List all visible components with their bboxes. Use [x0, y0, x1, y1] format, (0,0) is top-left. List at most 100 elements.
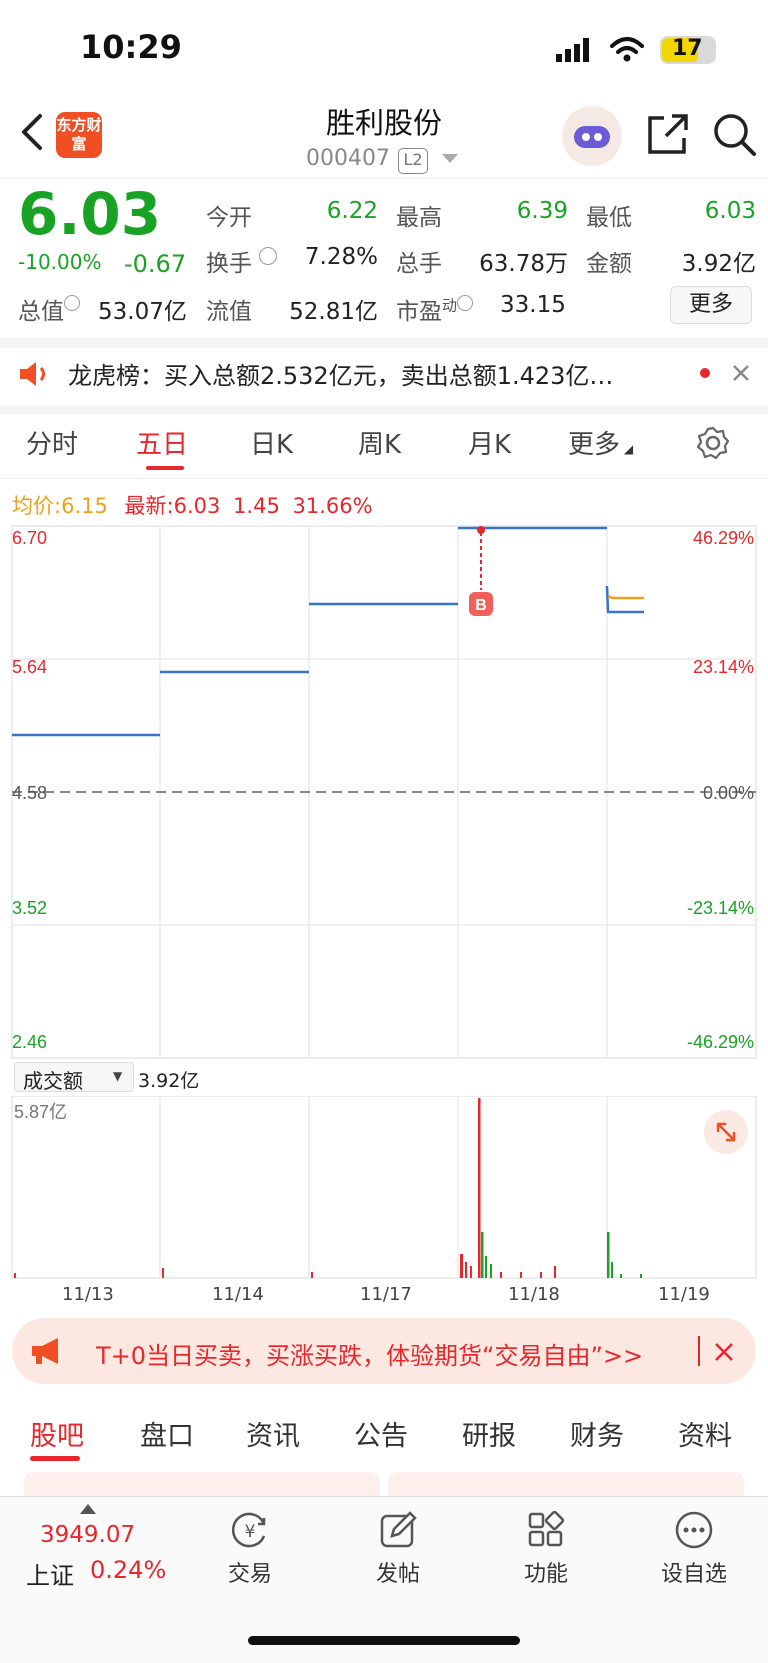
edit-icon[interactable]	[378, 1510, 418, 1550]
section-gap	[0, 338, 768, 348]
date-label: 11/18	[508, 1284, 560, 1305]
pe-label: 市盈动	[396, 292, 474, 326]
tabs-divider	[0, 478, 768, 479]
tab-more[interactable]: 更多 ◢	[568, 424, 633, 461]
five-day-price-chart[interactable]: B 6.70 5.64 4.58 3.52 2.46 46.29% 23.14%…	[0, 520, 768, 1060]
speaker-icon	[20, 362, 45, 386]
pct-axis-label: 46.29%	[693, 528, 754, 548]
subtab-profile[interactable]: 资料	[678, 1414, 732, 1453]
open-label: 今开	[206, 205, 252, 231]
market-cap-value: 53.07亿	[98, 299, 187, 325]
date-label: 11/13	[62, 1284, 114, 1305]
more-circle-icon[interactable]	[674, 1510, 714, 1550]
header-divider	[0, 178, 768, 179]
share-icon[interactable]	[646, 112, 690, 156]
open-value: 6.22	[326, 198, 378, 224]
float-cap-value: 52.81亿	[289, 299, 378, 325]
price-axis-label: 6.70	[12, 528, 47, 548]
current-price: 6.03	[18, 180, 162, 248]
promo-divider	[698, 1336, 700, 1366]
amount-label: 金额	[586, 251, 632, 277]
volume-chart[interactable]: 5.87亿	[0, 1096, 768, 1286]
subtab-announcements[interactable]: 公告	[354, 1414, 408, 1453]
active-subtab-indicator	[30, 1456, 80, 1461]
expand-icon	[716, 1122, 736, 1142]
pct-axis-label: 0.00%	[703, 783, 754, 803]
subtab-research[interactable]: 研报	[462, 1414, 516, 1453]
volume-label: 总手	[396, 251, 442, 277]
assistant-avatar-icon[interactable]	[562, 106, 622, 166]
high-value: 6.39	[516, 198, 568, 224]
float-cap-label: 流值	[206, 299, 252, 325]
active-tab-indicator	[146, 466, 184, 470]
price-axis-label: 2.46	[12, 1032, 47, 1052]
volume-value: 63.78万	[479, 251, 568, 277]
svg-text:¥: ¥	[245, 1522, 256, 1542]
dropdown-icon[interactable]	[442, 154, 458, 164]
tab-monthly-k[interactable]: 月K	[468, 424, 511, 461]
promo-text[interactable]: T+0当日买卖，买涨买跌，体验期货“交易自由”>>	[96, 1336, 643, 1371]
index-name[interactable]: 上证	[26, 1556, 74, 1591]
info-icon[interactable]	[259, 247, 278, 265]
subtab-order-book[interactable]: 盘口	[140, 1414, 194, 1453]
home-indicator[interactable]	[248, 1636, 520, 1645]
pe-value: 33.15	[500, 292, 566, 318]
pct-axis-label: -46.29%	[687, 1032, 754, 1052]
grid-icon[interactable]	[526, 1510, 566, 1550]
nav-watchlist-label[interactable]: 设自选	[634, 1556, 754, 1588]
unread-dot	[700, 368, 710, 378]
notice-text[interactable]: 龙虎榜：买入总额2.532亿元，卖出总额1.423亿…	[68, 356, 613, 391]
settings-gear-icon[interactable]	[696, 426, 730, 460]
date-label: 11/17	[360, 1284, 412, 1305]
tab-five-day[interactable]: 五日	[136, 424, 188, 461]
low-label: 最低	[586, 205, 632, 231]
close-icon[interactable]	[714, 1342, 734, 1362]
tab-weekly-k[interactable]: 周K	[358, 424, 401, 461]
chart-legend: 均价:6.15 最新:6.03 1.45 31.66%	[12, 494, 373, 518]
turnover-label: 换手	[206, 244, 278, 278]
search-icon[interactable]	[712, 112, 758, 158]
nav-trade-label[interactable]: 交易	[190, 1556, 310, 1588]
amount-value: 3.92亿	[681, 251, 756, 277]
arrow-up-icon	[80, 1504, 96, 1514]
volume-axis-label: 5.87亿	[14, 1102, 67, 1122]
change-amount: -0.67	[124, 250, 187, 278]
nav-post-label[interactable]: 发帖	[338, 1556, 458, 1588]
low-value: 6.03	[704, 198, 756, 224]
wifi-icon	[610, 37, 644, 62]
turnover-value: 7.28%	[304, 244, 378, 270]
section-gap	[0, 406, 768, 414]
stock-code: 000407	[306, 146, 390, 171]
change-percent: -10.00%	[18, 250, 102, 274]
volume-selector[interactable]: 成交额 ▼	[14, 1062, 134, 1093]
megaphone-icon	[32, 1338, 58, 1364]
tab-intraday[interactable]: 分时	[26, 424, 78, 461]
subtab-finance[interactable]: 财务	[570, 1414, 624, 1453]
info-icon[interactable]	[457, 295, 474, 311]
index-value[interactable]: 3949.07	[40, 1522, 135, 1548]
close-icon[interactable]	[732, 364, 750, 382]
more-button[interactable]: 更多	[670, 286, 752, 324]
date-label: 11/19	[658, 1284, 710, 1305]
expand-chart-button[interactable]	[704, 1110, 748, 1154]
date-label: 11/14	[212, 1284, 264, 1305]
buy-marker-label: B	[475, 597, 487, 614]
price-axis-label: 3.52	[12, 898, 47, 918]
pct-axis-label: -23.14%	[687, 898, 754, 918]
price-axis-label: 5.64	[12, 657, 47, 677]
high-label: 最高	[396, 205, 442, 231]
nav-function-label[interactable]: 功能	[486, 1556, 606, 1588]
price-axis-label: 4.58	[12, 783, 47, 803]
index-change[interactable]: 0.24%	[90, 1556, 166, 1584]
level2-badge[interactable]: L2	[398, 148, 428, 174]
subtab-forum[interactable]: 股吧	[30, 1414, 84, 1453]
tab-daily-k[interactable]: 日K	[250, 424, 293, 461]
battery-percent: 17	[672, 36, 703, 61]
volume-bars	[14, 1098, 642, 1278]
info-icon[interactable]	[64, 295, 80, 311]
pct-axis-label: 23.14%	[693, 657, 754, 677]
yuan-exchange-icon[interactable]: ¥	[230, 1510, 270, 1550]
subtab-news[interactable]: 资讯	[246, 1414, 300, 1453]
cellular-signal-icon	[556, 38, 589, 62]
status-time: 10:29	[80, 28, 182, 66]
